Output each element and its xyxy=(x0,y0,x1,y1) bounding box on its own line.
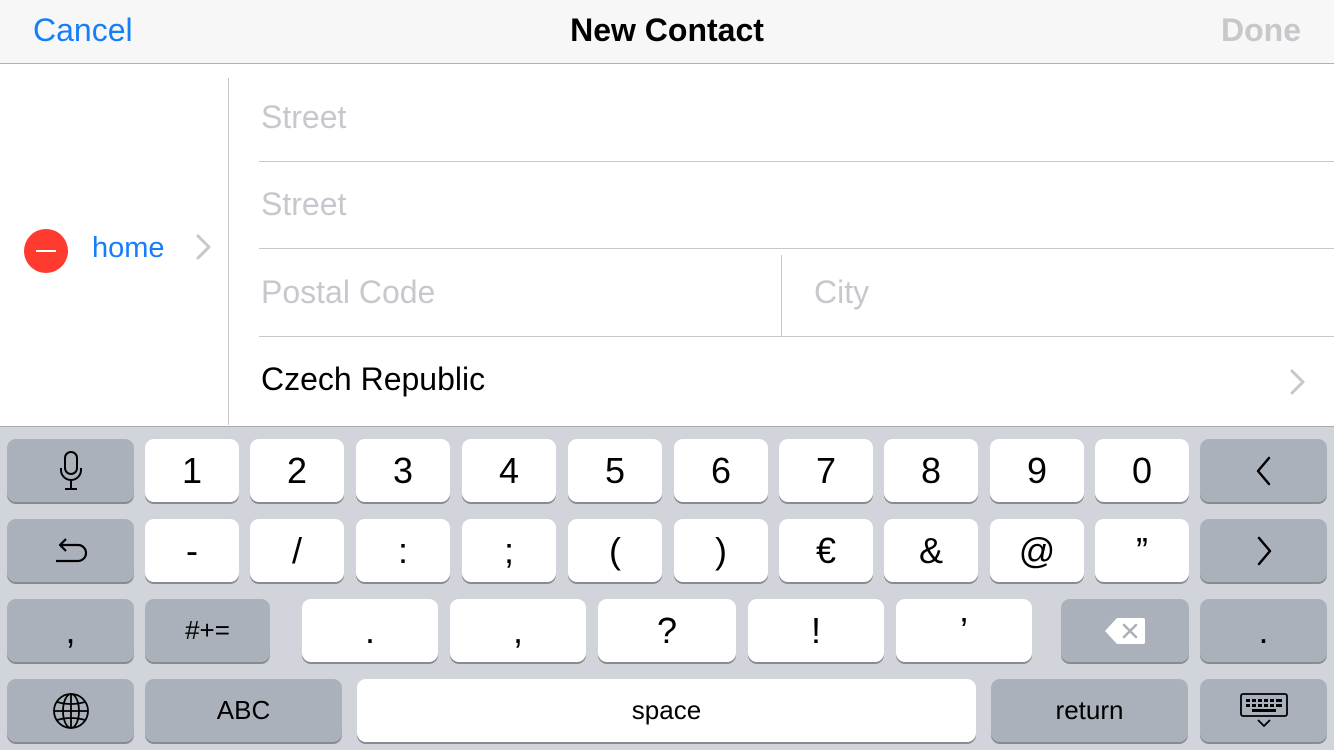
key-open-paren[interactable]: ( xyxy=(568,519,662,582)
keyboard: 1 2 3 4 5 6 7 8 9 0 - / : ; ( ) € & @ ” … xyxy=(0,426,1334,750)
cursor-left-key[interactable] xyxy=(1200,439,1327,502)
key-3[interactable]: 3 xyxy=(356,439,450,502)
street-field-2[interactable] xyxy=(261,161,1321,248)
key-2[interactable]: 2 xyxy=(250,439,344,502)
remove-address-button[interactable] xyxy=(24,229,68,273)
street-field-1[interactable] xyxy=(261,74,1321,161)
navigation-bar: Cancel New Contact Done xyxy=(0,0,1334,64)
key-9[interactable]: 9 xyxy=(990,439,1084,502)
country-row[interactable]: Czech Republic xyxy=(229,337,1334,425)
page-title: New Contact xyxy=(570,12,764,48)
key-colon[interactable]: : xyxy=(356,519,450,582)
field-divider xyxy=(781,255,782,336)
key-comma[interactable]: , xyxy=(450,599,586,662)
abc-key[interactable]: ABC xyxy=(145,679,342,742)
key-8[interactable]: 8 xyxy=(884,439,978,502)
key-at[interactable]: @ xyxy=(990,519,1084,582)
undo-key[interactable] xyxy=(7,519,134,582)
globe-key[interactable] xyxy=(7,679,134,742)
key-4[interactable]: 4 xyxy=(462,439,556,502)
cancel-button[interactable]: Cancel xyxy=(33,12,133,49)
chevron-right-icon xyxy=(1290,369,1305,395)
key-semicolon[interactable]: ; xyxy=(462,519,556,582)
dismiss-keyboard-key[interactable] xyxy=(1200,679,1327,742)
key-euro[interactable]: € xyxy=(779,519,873,582)
space-key[interactable]: space xyxy=(357,679,976,742)
cursor-right-key[interactable] xyxy=(1200,519,1327,582)
key-apostrophe[interactable]: ’ xyxy=(896,599,1032,662)
postal-city-row xyxy=(229,249,1334,337)
cursor-right-icon xyxy=(1257,536,1271,565)
done-button[interactable]: Done xyxy=(1221,12,1301,49)
microphone-icon xyxy=(59,450,82,490)
key-quote[interactable]: ” xyxy=(1095,519,1189,582)
key-7[interactable]: 7 xyxy=(779,439,873,502)
cursor-left-icon xyxy=(1256,456,1270,485)
address-type-label[interactable]: home xyxy=(92,232,165,265)
key-question[interactable]: ? xyxy=(598,599,736,662)
city-field[interactable] xyxy=(814,249,1314,336)
key-ampersand[interactable]: & xyxy=(884,519,978,582)
key-period[interactable]: . xyxy=(302,599,438,662)
delete-backspace-icon xyxy=(1105,617,1145,644)
key-period-right[interactable]: . xyxy=(1200,599,1327,662)
return-key[interactable]: return xyxy=(991,679,1188,742)
key-5[interactable]: 5 xyxy=(568,439,662,502)
key-comma-left[interactable]: , xyxy=(7,599,134,662)
address-form: home Czech Republic xyxy=(0,64,1334,426)
country-selector[interactable]: Czech Republic xyxy=(261,361,485,398)
delete-key[interactable] xyxy=(1061,599,1189,662)
chevron-right-icon[interactable] xyxy=(193,232,215,262)
key-1[interactable]: 1 xyxy=(145,439,239,502)
key-exclamation[interactable]: ! xyxy=(748,599,884,662)
symbols-key[interactable]: #+= xyxy=(145,599,270,662)
key-slash[interactable]: / xyxy=(250,519,344,582)
street-row-1 xyxy=(229,74,1334,162)
key-hyphen[interactable]: - xyxy=(145,519,239,582)
key-6[interactable]: 6 xyxy=(674,439,768,502)
street-row-2 xyxy=(229,161,1334,249)
undo-icon xyxy=(55,537,87,562)
globe-icon xyxy=(52,692,89,729)
keyboard-dismiss-icon xyxy=(1239,692,1288,727)
key-close-paren[interactable]: ) xyxy=(674,519,768,582)
postal-code-field[interactable] xyxy=(261,249,761,336)
key-0[interactable]: 0 xyxy=(1095,439,1189,502)
dictation-key[interactable] xyxy=(7,439,134,502)
